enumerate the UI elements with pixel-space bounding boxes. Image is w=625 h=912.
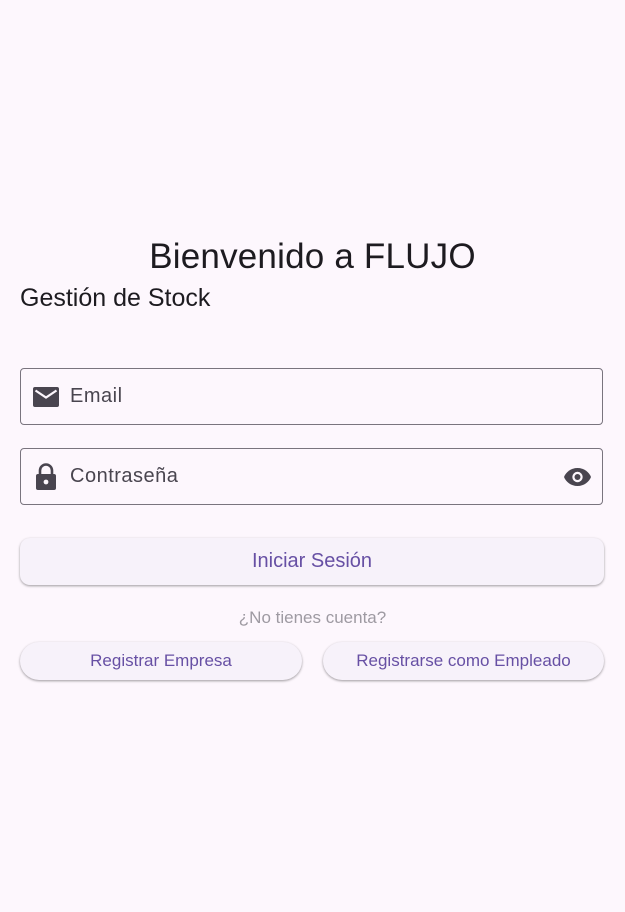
password-field[interactable]: Contraseña (20, 448, 603, 505)
lock-icon (32, 462, 60, 491)
no-account-hint: ¿No tienes cuenta? (238, 608, 387, 627)
register-employee-button[interactable]: Registrarse como Empleado (323, 642, 604, 680)
eye-icon[interactable] (562, 462, 592, 492)
page-subtitle: Gestión de Stock (20, 284, 211, 312)
email-field[interactable]: Email (20, 368, 603, 425)
login-button[interactable]: Iniciar Sesión (20, 538, 604, 585)
register-company-button[interactable]: Registrar Empresa (20, 642, 302, 680)
page-title: Bienvenido a FLUJO (149, 237, 476, 276)
password-label: Contraseña (70, 465, 179, 487)
mail-icon (32, 383, 60, 411)
email-label: Email (70, 385, 123, 407)
